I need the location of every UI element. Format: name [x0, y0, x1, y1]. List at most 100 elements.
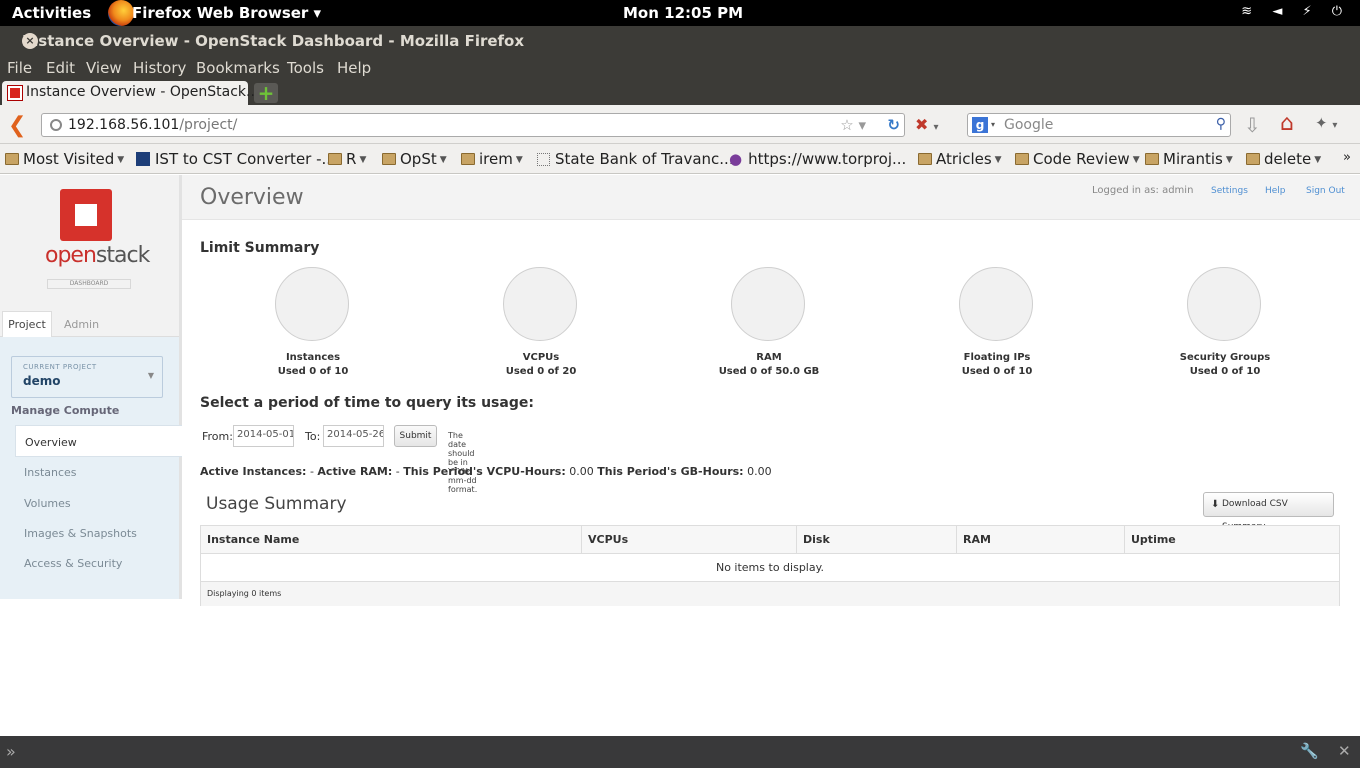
- command-prompt-icon[interactable]: »: [6, 742, 16, 761]
- close-toolbar-icon[interactable]: ✕: [1338, 742, 1351, 760]
- home-icon[interactable]: ⌂: [1280, 111, 1294, 136]
- gb-hours-label: This Period's GB-Hours:: [597, 465, 744, 478]
- column-vcpus[interactable]: VCPUs: [582, 526, 797, 554]
- bookmark-r[interactable]: R ▼: [328, 150, 366, 168]
- tor-onion-icon: ●: [729, 150, 743, 168]
- sidebar-item-images[interactable]: Images & Snapshots: [24, 527, 137, 540]
- security-groups-pie-chart: [1187, 267, 1261, 341]
- browser-tab[interactable]: Instance Overview - OpenStack...: [2, 81, 259, 105]
- folder-icon: [382, 153, 396, 165]
- to-date-input[interactable]: 2014-05-26: [323, 425, 384, 447]
- page-title: Overview: [200, 185, 304, 210]
- openstack-logo[interactable]: openstack DASHBOARD: [45, 185, 150, 289]
- limit-usage: Used 0 of 10: [961, 366, 1033, 377]
- logo-dashboard-label: DASHBOARD: [47, 279, 131, 289]
- tab-admin[interactable]: Admin: [64, 318, 99, 331]
- folder-icon: [461, 153, 475, 165]
- bookmarks-toolbar: Most Visited ▼ IST to CST Converter -... …: [0, 144, 1360, 174]
- menu-help[interactable]: Help: [337, 59, 371, 77]
- system-top-bar: Activities Firefox Web Browser ▾ Mon 12:…: [0, 0, 1360, 26]
- bookmark-delete[interactable]: delete ▼: [1246, 150, 1321, 168]
- sidebar-item-instances[interactable]: Instances: [24, 466, 77, 479]
- sign-out-link[interactable]: Sign Out: [1306, 186, 1345, 196]
- submit-button[interactable]: Submit: [394, 425, 437, 447]
- sidebar-item-overview[interactable]: Overview: [15, 425, 182, 457]
- column-ram[interactable]: RAM: [957, 526, 1125, 554]
- bookmark-label: Most Visited: [23, 150, 115, 168]
- activities-button[interactable]: Activities: [12, 4, 91, 22]
- limit-label: Instances: [285, 352, 341, 363]
- bookmark-mirantis[interactable]: Mirantis ▼: [1145, 150, 1233, 168]
- app-menu[interactable]: Firefox Web Browser ▾: [132, 4, 321, 22]
- openstack-cube-icon: [60, 189, 112, 241]
- menu-bookmarks[interactable]: Bookmarks: [196, 59, 280, 77]
- bookmark-label: IST to CST Converter -...: [155, 150, 336, 168]
- new-tab-plus-icon[interactable]: +: [254, 83, 278, 103]
- bookmark-torproject[interactable]: ● https://www.torproj...: [729, 150, 906, 168]
- search-bar[interactable]: g ▾ Google ⚲: [967, 113, 1231, 137]
- bookmarks-overflow-icon[interactable]: »: [1343, 150, 1351, 165]
- column-instance-name[interactable]: Instance Name: [201, 526, 582, 554]
- sidebar-item-volumes[interactable]: Volumes: [24, 497, 71, 510]
- window-titlebar: Instance Overview - OpenStack Dashboard …: [0, 26, 1360, 56]
- current-project-select[interactable]: CURRENT PROJECT demo ▼: [11, 356, 163, 398]
- menu-file[interactable]: File: [7, 59, 32, 77]
- active-ram-value: -: [395, 465, 400, 478]
- bookmark-atricles[interactable]: Atricles ▼: [918, 150, 1002, 168]
- wrench-icon[interactable]: 🔧: [1300, 742, 1319, 760]
- google-engine-icon[interactable]: g: [972, 117, 988, 133]
- downloads-arrow-icon[interactable]: ⇩: [1244, 113, 1261, 137]
- url-text[interactable]: 192.168.56.101/project/: [68, 117, 237, 133]
- limit-usage: Used 0 of 10: [1189, 366, 1261, 377]
- active-instances-label: Active Instances:: [200, 465, 307, 478]
- limit-label: Floating IPs: [963, 352, 1031, 363]
- table-footer: Displaying 0 items: [201, 582, 1339, 606]
- url-bar[interactable]: 192.168.56.101/project/ ☆ ▾ ↻: [41, 113, 905, 137]
- bookmark-opst[interactable]: OpSt ▼: [382, 150, 447, 168]
- instances-pie-chart: [275, 267, 349, 341]
- from-date-input[interactable]: 2014-05-01: [233, 425, 294, 447]
- search-magnifier-icon[interactable]: ⚲: [1216, 116, 1226, 132]
- tab-project[interactable]: Project: [2, 311, 52, 338]
- column-disk[interactable]: Disk: [797, 526, 957, 554]
- settings-link[interactable]: Settings: [1211, 186, 1248, 196]
- sidebar-panel: CURRENT PROJECT demo ▼ Manage Compute Ov…: [0, 337, 182, 599]
- bookmark-label: delete: [1264, 150, 1312, 168]
- active-ram-label: Active RAM:: [317, 465, 393, 478]
- bookmark-sbt[interactable]: State Bank of Travanc...: [537, 150, 734, 168]
- back-arrow-icon[interactable]: ❮: [8, 113, 26, 138]
- limit-floating-ips: Floating IPs Used 0 of 10: [922, 351, 1072, 379]
- bookmark-most-visited[interactable]: Most Visited ▼: [5, 150, 124, 168]
- clock[interactable]: Mon 12:05 PM: [623, 4, 743, 22]
- download-csv-button[interactable]: ⬇Download CSV Summary: [1203, 492, 1334, 532]
- addon-tools-icon[interactable]: ✦ ▾: [1315, 114, 1337, 132]
- limit-label: RAM: [756, 352, 782, 363]
- bookmark-star-icon[interactable]: ☆ ▾: [840, 116, 866, 134]
- reload-icon[interactable]: ↻: [887, 116, 900, 134]
- limit-instances: Instances Used 0 of 10: [238, 351, 388, 379]
- to-label: To:: [305, 430, 321, 443]
- bookmark-irem[interactable]: irem ▼: [461, 150, 523, 168]
- menu-history[interactable]: History: [133, 59, 186, 77]
- limit-label: Security Groups: [1179, 352, 1271, 363]
- window-close-icon[interactable]: ×: [22, 33, 38, 49]
- tab-label: Instance Overview - OpenStack...: [26, 84, 260, 100]
- column-uptime[interactable]: Uptime: [1125, 526, 1339, 554]
- bookmark-ist-cst[interactable]: IST to CST Converter -...: [136, 150, 336, 168]
- menu-view[interactable]: View: [86, 59, 122, 77]
- folder-icon: [1145, 153, 1159, 165]
- folder-icon: [1015, 153, 1029, 165]
- sidebar-item-access-security[interactable]: Access & Security: [24, 557, 122, 570]
- download-icon: ⬇: [1211, 499, 1220, 510]
- table-header: Instance Name VCPUs Disk RAM Uptime: [201, 526, 1339, 554]
- clock-site-icon: [136, 152, 150, 166]
- menu-edit[interactable]: Edit: [46, 59, 75, 77]
- system-tray-icons[interactable]: ≋ ◄ ⚡ ⏻: [1241, 4, 1350, 19]
- bookmark-code-review[interactable]: Code Review ▼: [1015, 150, 1140, 168]
- empty-table-message: No items to display.: [201, 554, 1339, 582]
- help-link[interactable]: Help: [1265, 186, 1286, 196]
- engine-dropdown-icon[interactable]: ▾: [991, 120, 995, 129]
- stop-icon[interactable]: ✖ ▾: [915, 115, 939, 134]
- floating-ips-pie-chart: [959, 267, 1033, 341]
- menu-tools[interactable]: Tools: [287, 59, 324, 77]
